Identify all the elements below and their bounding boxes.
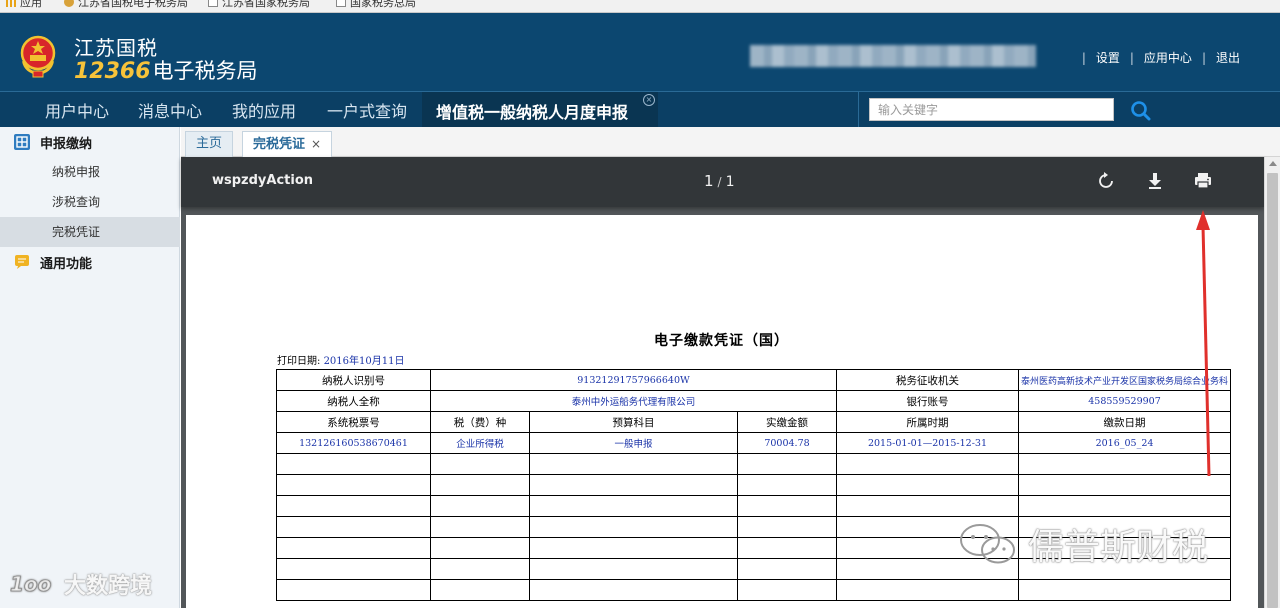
search-icon[interactable] bbox=[1128, 98, 1154, 122]
bank-account-value: 458559529907 bbox=[1017, 390, 1232, 412]
bookmark-chinatax[interactable]: 国家税务总局 bbox=[336, 0, 416, 10]
search-input[interactable] bbox=[869, 98, 1114, 121]
pdf-page-total: 1 bbox=[725, 174, 735, 190]
chat-bubble-icon bbox=[15, 255, 29, 269]
brand-number: 12366 bbox=[74, 59, 151, 84]
tab-close-icon[interactable]: × bbox=[311, 137, 321, 151]
page-icon bbox=[336, 0, 346, 7]
taxpayer-name-value: 泰州中外运船务代理有限公司 bbox=[430, 390, 837, 412]
declare-icon bbox=[14, 134, 30, 150]
wechat-icon bbox=[960, 524, 1015, 564]
table-row bbox=[276, 495, 1232, 517]
amount-cell: 70004.78 bbox=[737, 432, 837, 454]
pdf-page-current[interactable]: 1 bbox=[704, 172, 714, 190]
table-row bbox=[276, 453, 1232, 475]
pdf-scrollbar[interactable] bbox=[1264, 157, 1280, 608]
favicon-icon bbox=[64, 0, 74, 7]
nav-message-center[interactable]: 消息中心 bbox=[138, 98, 202, 122]
main-nav: 用户中心 消息中心 我的应用 一户式查询 增值税一般纳税人月度申报 × bbox=[0, 91, 1280, 127]
pdf-page-indicator: 1/1 bbox=[704, 172, 735, 190]
content-tabs: 主页 完税凭证 × bbox=[181, 127, 1280, 157]
print-icon[interactable] bbox=[1192, 170, 1214, 192]
taxpayer-name-label: 纳税人全称 bbox=[276, 390, 431, 412]
column-header: 预算科目 bbox=[529, 411, 738, 433]
print-date: 打印日期: 2016年10月11日 bbox=[277, 352, 404, 367]
tab-home[interactable]: 主页 bbox=[185, 131, 234, 157]
watermark-logo-icon: 1oo bbox=[10, 572, 52, 597]
bookmark-apps[interactable]: 应用 bbox=[6, 0, 42, 10]
brand-subtitle: 12366电子税务局 bbox=[74, 55, 258, 85]
tab-label: 完税凭证 bbox=[253, 137, 306, 152]
table-row: 132126160538670461 企业所得税 一般申报 70004.78 2… bbox=[276, 432, 1232, 454]
sidebar: 申报缴纳 纳税申报 涉税查询 完税凭证 通用功能 bbox=[0, 127, 180, 608]
nav-my-apps[interactable]: 我的应用 bbox=[232, 98, 296, 122]
watermark-left: 1oo 大数跨境 bbox=[10, 568, 152, 600]
bookmark-label: 江苏省国税电子税务局 bbox=[78, 0, 188, 9]
bookmark-jsgs-etax[interactable]: 江苏省国税电子税务局 bbox=[64, 0, 188, 10]
column-header: 缴款日期 bbox=[1017, 411, 1232, 433]
sidebar-item-tax-query[interactable]: 涉税查询 bbox=[0, 187, 180, 217]
sidebar-item-tax-certificate[interactable]: 完税凭证 bbox=[0, 217, 180, 247]
page-icon bbox=[208, 0, 218, 7]
tax-type-cell: 企业所得税 bbox=[430, 432, 530, 454]
table-row bbox=[276, 579, 1232, 601]
sidebar-item-tax-declaration[interactable]: 纳税申报 bbox=[0, 157, 180, 187]
apps-grid-icon bbox=[6, 0, 16, 7]
rotate-icon[interactable] bbox=[1095, 170, 1117, 192]
header-links: | 设置 | 应用中心 | 退出 bbox=[1081, 49, 1240, 66]
pdf-toolbar: wspzdyAction 1/1 bbox=[181, 157, 1264, 207]
document-title: 电子缴款凭证（国） bbox=[654, 333, 789, 349]
bookmarks-bar: 应用 江苏省国税电子税务局 江苏省国家税务局 国家税务总局 bbox=[0, 0, 1280, 13]
table-row bbox=[276, 474, 1232, 496]
bookmark-label: 国家税务总局 bbox=[350, 0, 416, 9]
column-header: 实缴金额 bbox=[737, 411, 837, 433]
settings-link[interactable]: 设置 bbox=[1096, 49, 1120, 66]
taxpayer-id-label: 纳税人识别号 bbox=[276, 369, 431, 391]
print-date-label: 打印日期: bbox=[277, 356, 321, 367]
nav-vat-monthly-declaration[interactable]: 增值税一般纳税人月度申报 bbox=[436, 99, 628, 123]
watermark-right: 儒普斯财税 bbox=[958, 518, 1208, 570]
site-header: 江苏国税 12366电子税务局 | 设置 | 应用中心 | 退出 bbox=[0, 13, 1280, 91]
download-icon[interactable] bbox=[1144, 170, 1166, 192]
scroll-up-arrow-icon[interactable] bbox=[1269, 161, 1277, 166]
svg-text:1oo: 1oo bbox=[10, 572, 52, 596]
tax-authority-value: 泰州医药高新技术产业开发区国家税务局综合业务科 bbox=[1017, 369, 1232, 391]
pdf-page-separator: / bbox=[717, 175, 722, 189]
ticket-number-cell: 132126160538670461 bbox=[276, 432, 431, 454]
period-cell: 2015-01-01—2015-12-31 bbox=[836, 432, 1019, 454]
column-header: 系统税票号 bbox=[276, 411, 431, 433]
nav-divider bbox=[858, 92, 859, 127]
watermark-right-text: 儒普斯财税 bbox=[1028, 527, 1209, 568]
logout-link[interactable]: 退出 bbox=[1216, 49, 1240, 66]
national-emblem-icon bbox=[20, 35, 56, 78]
bank-account-label: 银行账号 bbox=[836, 390, 1019, 412]
sidebar-section-declare-pay[interactable]: 申报缴纳 bbox=[0, 127, 180, 157]
tab-tax-certificate[interactable]: 完税凭证 × bbox=[242, 131, 333, 157]
budget-item-cell: 一般申报 bbox=[529, 432, 738, 454]
watermark-left-text: 大数跨境 bbox=[64, 574, 153, 599]
sidebar-section-label: 申报缴纳 bbox=[40, 136, 93, 152]
scroll-thumb[interactable] bbox=[1267, 173, 1278, 608]
sidebar-section-label: 通用功能 bbox=[40, 256, 93, 272]
app-center-link[interactable]: 应用中心 bbox=[1144, 49, 1192, 66]
taxpayer-id-value: 91321291757966640W bbox=[430, 369, 837, 391]
payment-date-cell: 2016_05_24 bbox=[1017, 432, 1232, 454]
close-icon[interactable]: × bbox=[643, 94, 655, 106]
bookmark-label: 应用 bbox=[20, 0, 42, 9]
table-row: 纳税人全称 泰州中外运船务代理有限公司 银行账号 458559529907 bbox=[276, 390, 1232, 412]
table-row: 纳税人识别号 91321291757966640W 税务征收机关 泰州医药高新技… bbox=[276, 369, 1232, 391]
bookmark-label: 江苏省国家税务局 bbox=[222, 0, 310, 9]
column-header: 所属时期 bbox=[836, 411, 1019, 433]
nav-one-stop-query[interactable]: 一户式查询 bbox=[327, 98, 407, 122]
pdf-file-title: wspzdyAction bbox=[212, 173, 314, 188]
brand-subtitle-text: 电子税务局 bbox=[152, 59, 258, 83]
nav-user-center[interactable]: 用户中心 bbox=[45, 98, 109, 122]
print-date-value: 2016年10月11日 bbox=[323, 356, 405, 367]
bookmark-jsgs[interactable]: 江苏省国家税务局 bbox=[208, 0, 310, 10]
table-header-row: 系统税票号 税（费）种 预算科目 实缴金额 所属时期 缴款日期 bbox=[276, 411, 1232, 433]
column-header: 税（费）种 bbox=[430, 411, 530, 433]
tax-authority-label: 税务征收机关 bbox=[836, 369, 1019, 391]
sidebar-section-common[interactable]: 通用功能 bbox=[0, 247, 180, 277]
user-info-redacted bbox=[750, 45, 1036, 67]
